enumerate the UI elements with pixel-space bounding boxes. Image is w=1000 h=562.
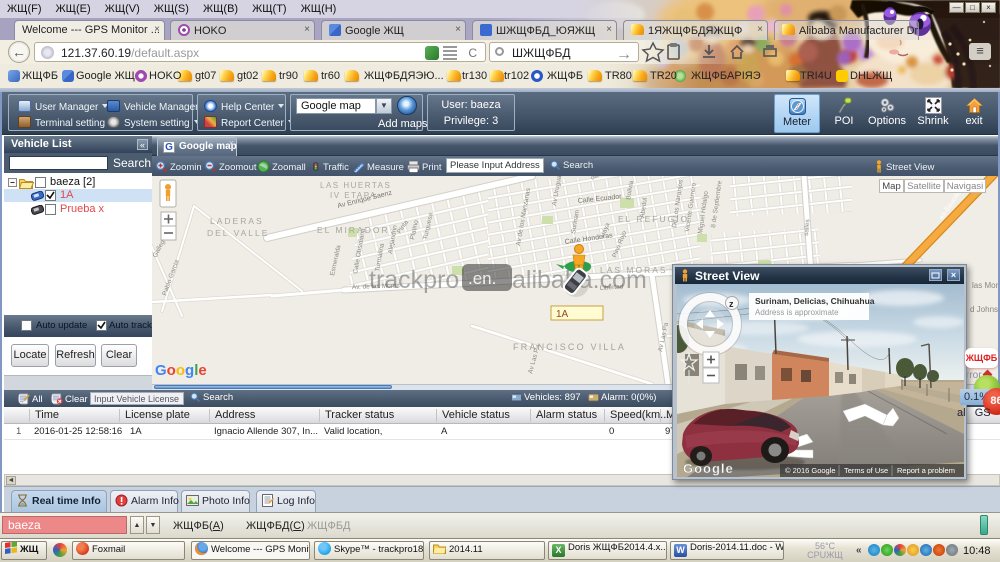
svg-text:Google: Google — [683, 461, 734, 476]
svg-text:d Johnson: d Johnson — [970, 305, 998, 314]
svg-text:Google: Google — [155, 362, 207, 379]
svg-text:LAS HUERTAS: LAS HUERTAS — [320, 181, 391, 190]
svg-text:DEL VALLE: DEL VALLE — [207, 228, 269, 238]
svg-text:trackpro: trackpro — [369, 266, 459, 294]
svg-text:FRANCISCO VILLA: FRANCISCO VILLA — [513, 342, 626, 352]
svg-text:las Mora: las Mora — [972, 281, 998, 290]
svg-text:z: z — [729, 299, 734, 309]
svg-text:Terms of Use: Terms of Use — [844, 466, 888, 475]
svg-text:© 2016 Google: © 2016 Google — [785, 466, 836, 475]
svg-text:Surinam, Delicias, Chihuahua: Surinam, Delicias, Chihuahua — [755, 296, 875, 306]
svg-text:Address is approximate: Address is approximate — [755, 308, 839, 317]
svg-text:1A: 1A — [556, 309, 569, 320]
svg-text:.en.: .en. — [468, 269, 496, 288]
svg-text:Report a problem: Report a problem — [897, 466, 955, 475]
svg-text:EL MIRADOR: EL MIRADOR — [317, 225, 390, 235]
svg-text:LADERAS: LADERAS — [210, 216, 264, 226]
